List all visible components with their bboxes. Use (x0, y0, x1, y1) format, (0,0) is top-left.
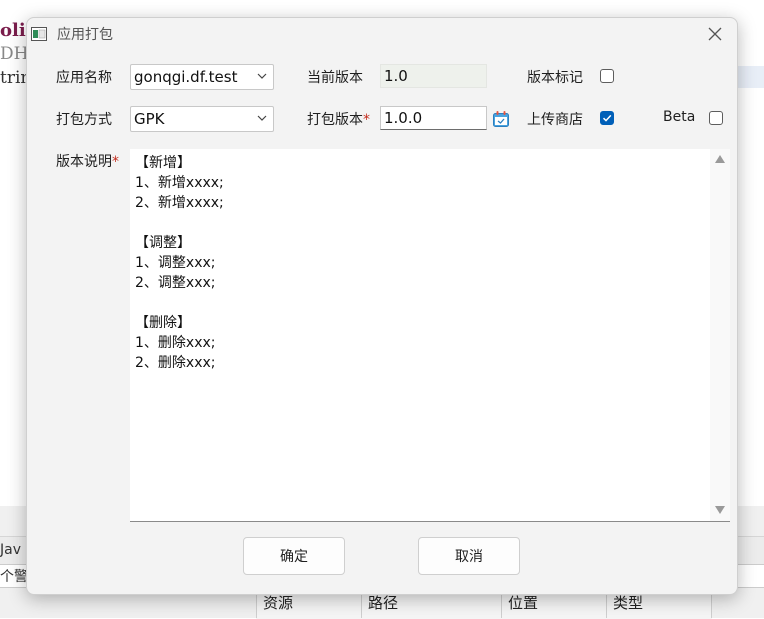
column-header-path[interactable]: 路径 (368, 592, 398, 613)
description-label: 版本说明* (56, 151, 119, 171)
description-line: 2、删除xxx; (135, 355, 216, 371)
scroll-down-arrow-icon[interactable] (715, 506, 725, 514)
upload-store-checkbox[interactable] (600, 111, 614, 125)
checkmark-icon (602, 114, 612, 122)
current-version-label: 当前版本 (307, 70, 363, 86)
pack-mode-combo[interactable]: GPK (130, 106, 274, 132)
close-button[interactable] (697, 20, 733, 48)
pack-version-input[interactable]: 1.0.0 (380, 106, 487, 130)
description-line: 1、调整xxx; (135, 255, 216, 271)
description-line: 1、删除xxx; (135, 335, 216, 351)
app-name-combo[interactable]: gonqgi.df.test (130, 64, 274, 90)
description-line: 【新增】 (135, 155, 191, 171)
pack-version-label-text: 打包版本 (307, 112, 363, 128)
upload-store-label: 上传商店 (527, 112, 583, 128)
scroll-up-arrow-icon[interactable] (715, 155, 725, 163)
chevron-down-icon (257, 73, 267, 79)
current-version-field: 1.0 (380, 64, 487, 88)
beta-label: Beta (663, 109, 696, 125)
version-tag-label: 版本标记 (527, 70, 583, 86)
description-line: 1、新增xxxx; (135, 175, 224, 191)
warning-summary: 个警 (0, 569, 28, 585)
dialog-title: 应用打包 (57, 27, 113, 43)
beta-checkbox[interactable] (709, 111, 723, 125)
calendar-icon[interactable] (492, 110, 510, 128)
description-textarea[interactable]: 【新增】 1、新增xxxx; 2、新增xxxx; 【调整】 1、调整xxx; 2… (130, 149, 730, 522)
ok-button[interactable]: 确定 (243, 537, 345, 575)
required-mark: * (363, 112, 370, 128)
chevron-down-icon (257, 115, 267, 121)
app-package-dialog: 应用打包 应用名称 gonqgi.df.test 当前版本 1.0 版本标记 打… (26, 17, 738, 595)
pack-version-label: 打包版本* (307, 109, 370, 129)
column-header-type[interactable]: 类型 (613, 592, 643, 613)
title-bar[interactable]: 应用打包 (27, 18, 737, 50)
app-name-value: gonqgi.df.test (134, 68, 238, 86)
app-name-label: 应用名称 (56, 70, 112, 86)
description-line: 【调整】 (135, 235, 191, 251)
version-tag-checkbox[interactable] (600, 69, 614, 83)
description-label-text: 版本说明 (56, 154, 112, 170)
description-line: 2、新增xxxx; (135, 195, 224, 211)
bottom-panel-tab[interactable]: Jav (0, 542, 21, 558)
vertical-scrollbar[interactable] (710, 149, 730, 521)
line-highlight (736, 66, 764, 88)
column-header-location[interactable]: 位置 (508, 592, 538, 613)
close-icon (708, 27, 722, 41)
pack-mode-value: GPK (134, 110, 165, 128)
description-line: 【删除】 (135, 315, 191, 331)
column-header-resource[interactable]: 资源 (263, 592, 293, 613)
cancel-button[interactable]: 取消 (418, 537, 520, 575)
required-mark: * (112, 154, 119, 170)
pack-mode-label: 打包方式 (56, 112, 112, 128)
window-icon (31, 27, 47, 41)
description-line: 2、调整xxx; (135, 275, 216, 291)
